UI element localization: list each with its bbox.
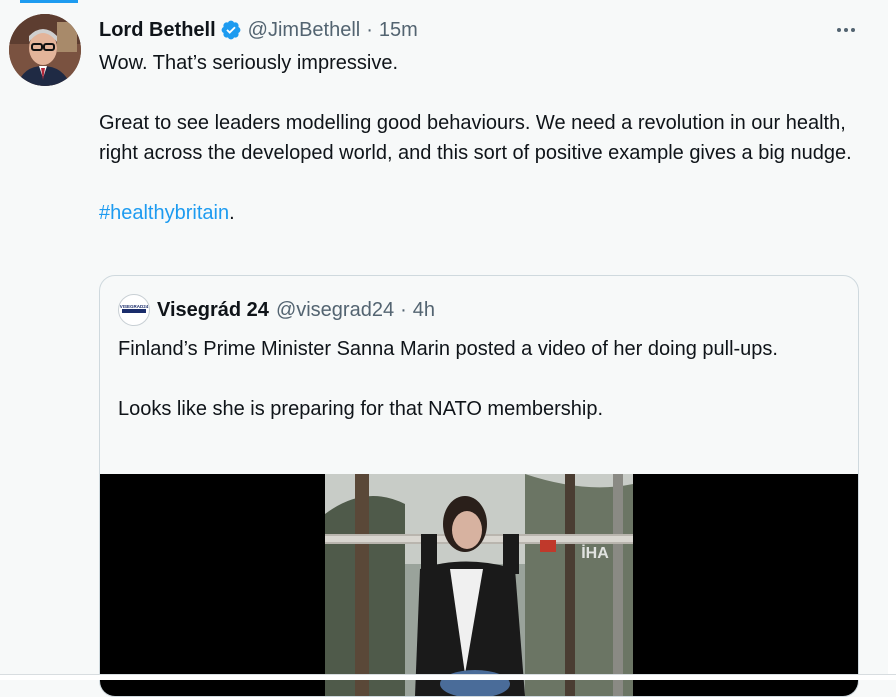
- tweet-hashtag-line: #healthybritain.: [99, 198, 859, 228]
- quoted-tweet[interactable]: VISEGRAD24 Visegrád 24 @visegrad24 · 4h …: [99, 275, 859, 697]
- visegrad-logo-icon: VISEGRAD24: [120, 304, 149, 313]
- separator-dot: ·: [366, 18, 373, 41]
- tweet-text: Wow. That’s seriously impressive. Great …: [99, 48, 859, 228]
- quoted-tweet-timestamp[interactable]: 4h: [413, 299, 435, 322]
- tweet-header: Lord Bethell @JimBethell · 15m: [99, 14, 859, 46]
- window-edge: [888, 0, 896, 680]
- video-thumbnail: İHA: [325, 474, 633, 696]
- quoted-author-name[interactable]: Visegrád 24: [157, 299, 269, 322]
- quoted-paragraph: Finland’s Prime Minister Sanna Marin pos…: [118, 338, 778, 360]
- video-watermark: İHA: [581, 544, 609, 562]
- author-name[interactable]: Lord Bethell: [99, 19, 216, 42]
- quoted-tweet-header: VISEGRAD24 Visegrád 24 @visegrad24 · 4h: [118, 294, 435, 326]
- quoted-tweet-text: Finland’s Prime Minister Sanna Marin pos…: [118, 334, 838, 424]
- window-bottom-edge: [0, 674, 896, 680]
- quoted-author-handle[interactable]: @visegrad24: [276, 299, 394, 322]
- video-frame: İHA: [325, 474, 633, 696]
- tweet-paragraph: Great to see leaders modelling good beha…: [99, 112, 852, 164]
- verified-badge-icon: [221, 20, 241, 40]
- quoted-author-avatar[interactable]: VISEGRAD24: [118, 294, 150, 326]
- active-tab-indicator: [20, 0, 78, 3]
- author-avatar[interactable]: [9, 14, 81, 86]
- quoted-video-player[interactable]: İHA: [100, 474, 858, 696]
- quoted-paragraph: Looks like she is preparing for that NAT…: [118, 398, 604, 420]
- hashtag-suffix: .: [229, 202, 235, 224]
- tweet: Lord Bethell @JimBethell · 15m Wow. That…: [99, 14, 859, 228]
- tweet-timestamp[interactable]: 15m: [379, 19, 418, 42]
- separator-dot: ·: [400, 298, 407, 321]
- hashtag-link[interactable]: #healthybritain: [99, 202, 229, 224]
- more-options-icon[interactable]: [832, 16, 860, 44]
- avatar-photo: [9, 14, 81, 86]
- svg-text:VISEGRAD24: VISEGRAD24: [120, 304, 149, 309]
- author-handle[interactable]: @JimBethell: [248, 19, 361, 42]
- tweet-paragraph: Wow. That’s seriously impressive.: [99, 52, 398, 74]
